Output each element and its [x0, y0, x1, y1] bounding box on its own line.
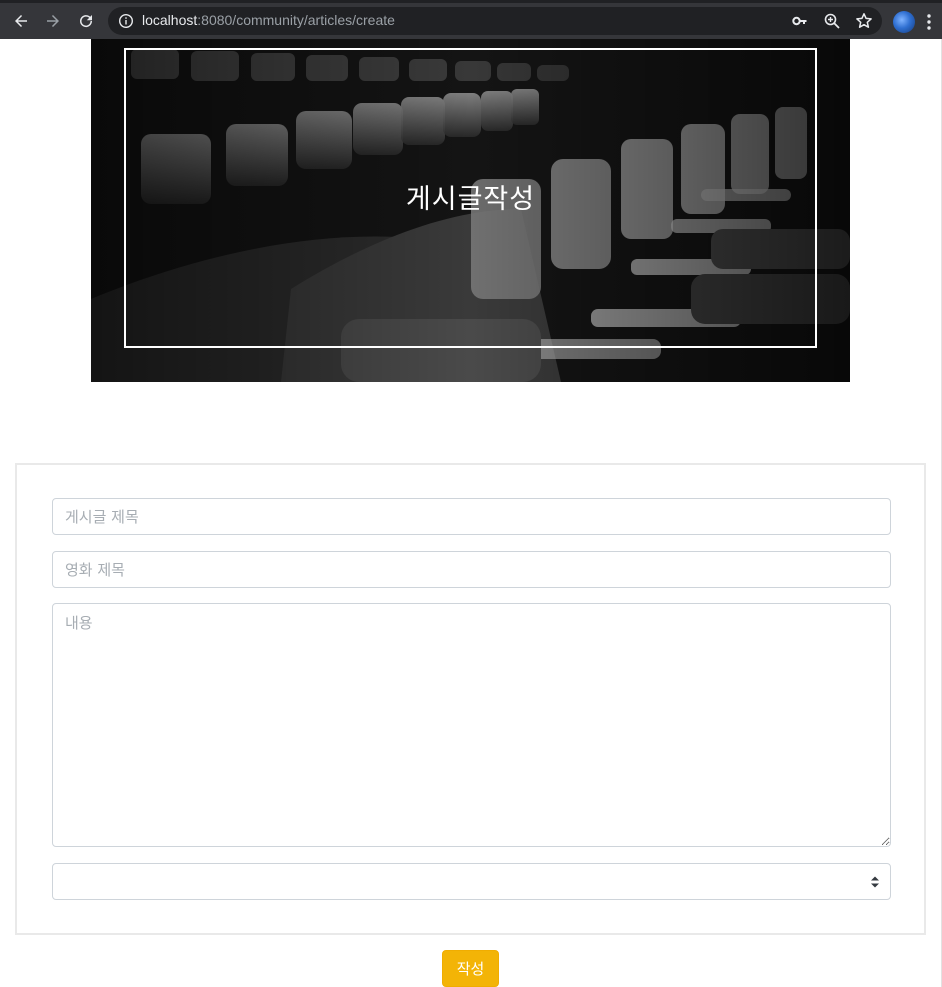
page-title: 게시글작성	[405, 184, 536, 215]
select-arrows-icon	[871, 876, 879, 888]
key-icon[interactable]	[791, 12, 809, 30]
url-path: :8080/community/articles/create	[197, 12, 395, 28]
hero-banner: 게시글작성	[91, 39, 850, 382]
back-button[interactable]	[9, 9, 33, 33]
address-bar[interactable]: localhost:8080/community/articles/create	[108, 7, 882, 35]
star-icon[interactable]	[855, 12, 873, 30]
submit-button[interactable]: 작성	[442, 950, 499, 987]
reload-icon	[80, 15, 93, 28]
category-select[interactable]	[52, 863, 891, 900]
browser-toolbar: localhost:8080/community/articles/create	[0, 0, 942, 39]
more-vert-icon[interactable]	[926, 12, 932, 32]
movie-title-input[interactable]	[52, 551, 891, 588]
arrow-right-icon	[47, 15, 59, 27]
arrow-left-icon	[15, 15, 27, 27]
article-form-card	[15, 463, 926, 935]
url-text[interactable]: localhost:8080/community/articles/create	[142, 12, 395, 28]
info-icon[interactable]	[118, 13, 134, 29]
forward-button[interactable]	[41, 9, 65, 33]
content-textarea[interactable]	[52, 603, 891, 847]
zoom-icon[interactable]	[823, 12, 841, 30]
url-host: localhost	[142, 12, 198, 28]
reload-button[interactable]	[74, 9, 98, 33]
article-title-input[interactable]	[52, 498, 891, 535]
profile-avatar[interactable]	[893, 11, 915, 33]
category-select-control[interactable]	[53, 864, 890, 899]
